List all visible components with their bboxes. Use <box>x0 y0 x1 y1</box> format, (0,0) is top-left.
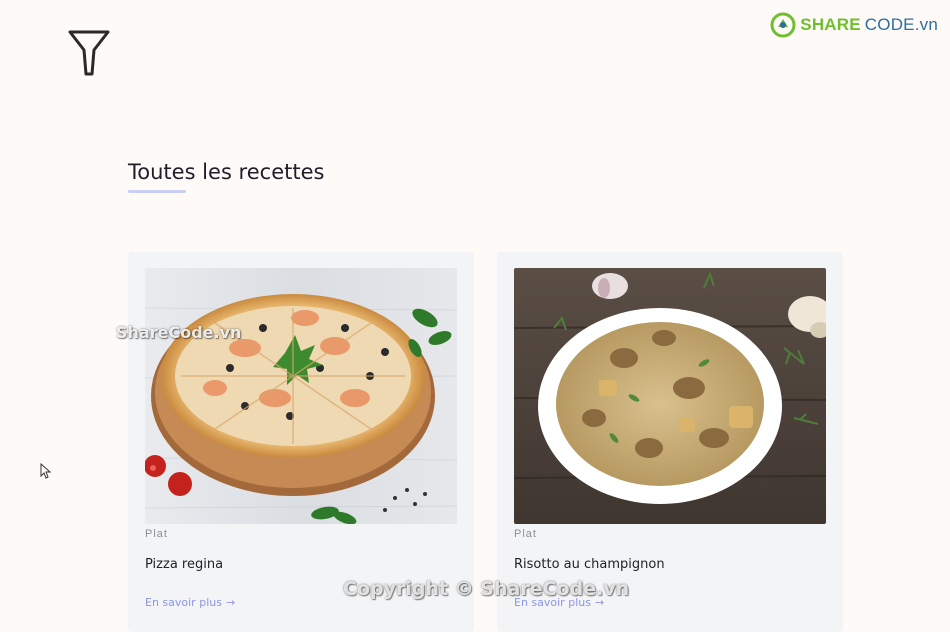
recipe-image-pizza[interactable] <box>145 268 457 524</box>
brand-name-part2: CODE.vn <box>864 15 938 34</box>
mouse-cursor-icon <box>40 463 52 479</box>
pizza-photo <box>145 268 457 524</box>
recipe-title: Pizza regina <box>145 557 224 572</box>
brand-logo[interactable]: SHARE CODE.vn <box>770 12 938 38</box>
title-underline <box>128 190 186 193</box>
recipe-title: Risotto au champignon <box>514 557 665 572</box>
recipe-image-risotto[interactable] <box>514 268 826 524</box>
arrow-right-icon: → <box>225 596 236 609</box>
brand-recycle-icon <box>770 12 796 38</box>
read-more-link[interactable]: En savoir plus → <box>145 596 235 609</box>
read-more-label: En savoir plus <box>145 596 222 609</box>
page-title: Toutes les recettes <box>128 160 325 184</box>
risotto-photo <box>514 268 826 524</box>
filter-button[interactable] <box>66 28 112 78</box>
brand-name-part1: SHARE <box>800 15 861 34</box>
recipe-card[interactable]: Plat Risotto au champignon En savoir plu… <box>497 252 843 632</box>
read-more-link[interactable]: En savoir plus → <box>514 596 604 609</box>
read-more-label: En savoir plus <box>514 596 591 609</box>
recipe-category: Plat <box>514 528 537 540</box>
recipe-card[interactable]: Plat Pizza regina En savoir plus → <box>128 252 474 632</box>
filter-funnel-icon <box>68 30 110 76</box>
recipe-category: Plat <box>145 528 168 540</box>
arrow-right-icon: → <box>594 596 605 609</box>
